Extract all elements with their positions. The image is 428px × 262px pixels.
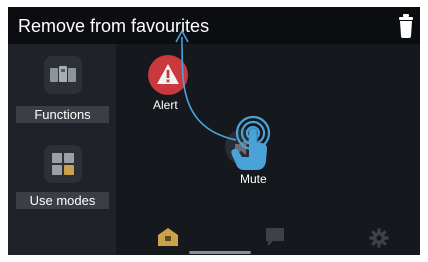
hand-tap-icon — [231, 115, 271, 170]
home-icon[interactable] — [158, 228, 178, 246]
chat-icon[interactable] — [266, 228, 284, 246]
settings-icon[interactable] — [369, 228, 389, 248]
favourites-screen: Remove from favourites Functions Use mod… — [8, 7, 420, 255]
home-indicator — [189, 251, 251, 254]
